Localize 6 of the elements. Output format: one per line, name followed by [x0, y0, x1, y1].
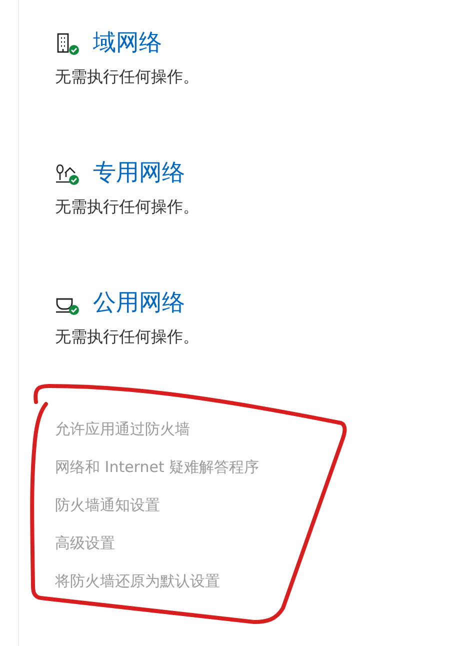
network-status: 无需执行任何操作。: [55, 326, 200, 348]
network-status: 无需执行任何操作。: [55, 66, 200, 88]
network-title[interactable]: 专用网络: [93, 158, 185, 188]
network-status: 无需执行任何操作。: [55, 196, 200, 218]
network-title[interactable]: 公用网络: [93, 288, 185, 318]
network-title[interactable]: 域网络: [93, 28, 162, 58]
